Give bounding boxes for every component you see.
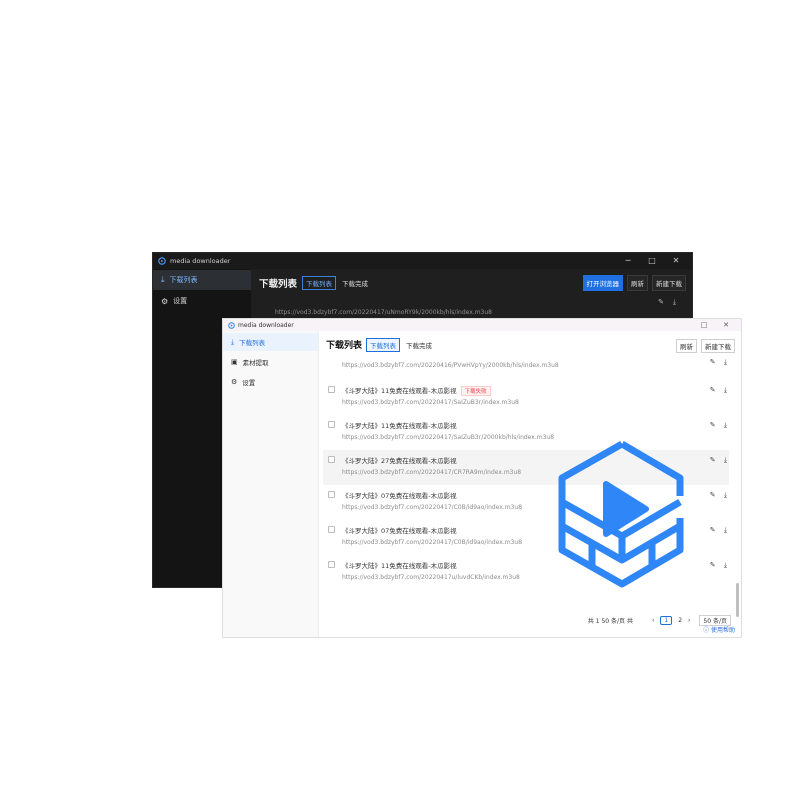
gear-icon: ⚙: [161, 296, 169, 306]
page-header: 下载列表 下载列表 下载完成 刷新 新建下载: [319, 331, 741, 358]
title-bar: media downloader ─ □ ✕: [153, 253, 692, 269]
download-icon[interactable]: ⤓: [724, 561, 727, 569]
item-name: 《斗罗大陆》11免费在线观看-木瓜影视: [342, 562, 457, 570]
sidebar-item-settings[interactable]: ⚙ 设置: [153, 291, 251, 311]
list-item[interactable]: 《斗罗大陆》11免费在线观看-木瓜影视 下载失败 https://vod3.bdz…: [323, 380, 729, 415]
row-checkbox[interactable]: [328, 421, 335, 428]
item-url: https://vod3.bdzybf7.com/20220417/C0B/id…: [342, 504, 523, 511]
item-name: 《斗罗大陆》07免费在线观看-木瓜影视: [342, 492, 457, 500]
new-download-button[interactable]: 新建下载: [652, 275, 686, 291]
download-icon[interactable]: ⤓: [724, 456, 727, 464]
refresh-button[interactable]: 刷新: [676, 339, 697, 353]
edit-icon[interactable]: ✎: [710, 561, 716, 569]
item-name-text: 《斗罗大陆》11免费在线观看-木瓜影视: [342, 387, 457, 395]
download-icon: ⤓: [161, 275, 165, 284]
sidebar-item-material-extract[interactable]: ▣ 素材提取: [223, 353, 318, 371]
close-icon[interactable]: ✕: [715, 321, 737, 329]
item-url: https://vod3.bdzybf7.com/20220417/CR7RA9…: [342, 469, 522, 476]
tab-download-list[interactable]: 下载列表: [366, 337, 401, 352]
app-logo-icon: [158, 257, 166, 265]
item-url: https://vod3.bdzybf7.com/20220417/uNmoRY…: [275, 309, 492, 316]
sidebar-item-label: 下载列表: [169, 276, 198, 284]
tab-download-list[interactable]: 下载列表: [302, 276, 337, 290]
help-link-label: 使用帮助: [710, 627, 735, 634]
title-bar: media downloader □ ✕: [223, 319, 741, 331]
minimize-icon[interactable]: ─: [616, 253, 640, 269]
new-download-button[interactable]: 新建下载: [701, 339, 735, 353]
edit-icon[interactable]: ✎: [658, 298, 664, 306]
edit-icon[interactable]: ✎: [710, 358, 716, 366]
sidebar-item-label: 设置: [242, 379, 256, 387]
row-checkbox[interactable]: [328, 561, 335, 568]
help-icon: ⓘ: [703, 627, 710, 634]
sidebar: ⤓ 下载列表 ▣ 素材提取 ⚙ 设置: [223, 331, 319, 637]
tab-download-complete[interactable]: 下载完成: [402, 338, 436, 352]
close-icon[interactable]: ✕: [664, 253, 688, 269]
download-icon[interactable]: ⤓: [724, 358, 727, 366]
app-logo-large-icon: [558, 440, 684, 588]
page-header: 下载列表 下载列表 下载完成 打开浏览器 刷新 新建下载: [251, 269, 692, 297]
page-title: 下载列表: [259, 279, 298, 290]
download-icon[interactable]: ⤓: [673, 298, 676, 306]
sidebar-item-download-list[interactable]: ⤓ 下载列表: [223, 333, 318, 351]
row-checkbox[interactable]: [328, 526, 335, 533]
page-title: 下载列表: [326, 341, 363, 351]
page-2-button[interactable]: 2: [678, 617, 682, 624]
window-title: media downloader: [238, 321, 294, 329]
download-icon[interactable]: ⤓: [724, 526, 727, 534]
edit-icon[interactable]: ✎: [710, 421, 716, 429]
page-1-button[interactable]: 1: [660, 615, 673, 625]
sidebar-item-label: 下载列表: [239, 339, 266, 347]
maximize-icon[interactable]: □: [693, 321, 715, 329]
edit-icon[interactable]: ✎: [710, 386, 716, 394]
edit-icon[interactable]: ✎: [710, 526, 716, 534]
edit-icon[interactable]: ✎: [710, 456, 716, 464]
item-url: https://vod3.bdzybf7.com/20220417u/luvdC…: [342, 574, 520, 581]
window-title: media downloader: [170, 257, 231, 265]
tab-download-complete[interactable]: 下载完成: [338, 276, 372, 290]
gear-icon: ⚙: [231, 378, 238, 386]
prev-page-icon[interactable]: ‹: [652, 617, 654, 624]
item-name: 《斗罗大陆》11免费在线观看-木瓜影视: [342, 422, 457, 430]
item-url: https://vod3.bdzybf7.com/20220416/PVwHVp…: [342, 362, 559, 369]
pagination: 共 1 50 条/页 共 ‹ 1 2 › 50 条/页: [319, 612, 741, 628]
download-icon[interactable]: ⤓: [724, 386, 727, 394]
sidebar-item-download-list[interactable]: ⤓ 下载列表: [153, 270, 251, 290]
image-icon: ▣: [231, 358, 238, 366]
status-badge: 下载失败: [460, 386, 491, 396]
item-url: https://vod3.bdzybf7.com/20220417/SaIZuB…: [342, 434, 555, 441]
item-url: https://vod3.bdzybf7.com/20220417/SaIZuB…: [342, 399, 519, 406]
item-url: https://vod3.bdzybf7.com/20220417/C0B/id…: [342, 539, 523, 546]
item-name: 《斗罗大陆》11免费在线观看-木瓜影视 下载失败: [342, 385, 491, 396]
edit-icon[interactable]: ✎: [710, 491, 716, 499]
download-icon[interactable]: ⤓: [724, 491, 727, 499]
download-icon: ⤓: [231, 337, 235, 346]
download-icon[interactable]: ⤓: [724, 421, 727, 429]
app-logo-icon: [228, 321, 235, 329]
row-checkbox[interactable]: [328, 491, 335, 498]
sidebar-item-label: 设置: [173, 297, 188, 305]
help-link[interactable]: ⓘ 使用帮助: [703, 625, 735, 634]
list-item: https://vod3.bdzybf7.com/20220416/PVwHVp…: [323, 358, 729, 376]
refresh-button[interactable]: 刷新: [627, 275, 648, 291]
item-name: 《斗罗大陆》27免费在线观看-木瓜影视: [342, 457, 457, 465]
sidebar-item-label: 素材提取: [242, 359, 269, 367]
item-name: 《斗罗大陆》07免费在线观看-木瓜影视: [342, 527, 457, 535]
row-checkbox[interactable]: [328, 386, 335, 393]
open-browser-button[interactable]: 打开浏览器: [582, 275, 623, 291]
next-page-icon[interactable]: ›: [688, 617, 690, 624]
maximize-icon[interactable]: □: [640, 253, 664, 269]
pagination-total: 共 1 50 条/页 共: [587, 617, 633, 625]
row-checkbox[interactable]: [328, 456, 335, 463]
sidebar-item-settings[interactable]: ⚙ 设置: [223, 373, 318, 391]
page-size-select[interactable]: 50 条/页: [699, 614, 731, 626]
